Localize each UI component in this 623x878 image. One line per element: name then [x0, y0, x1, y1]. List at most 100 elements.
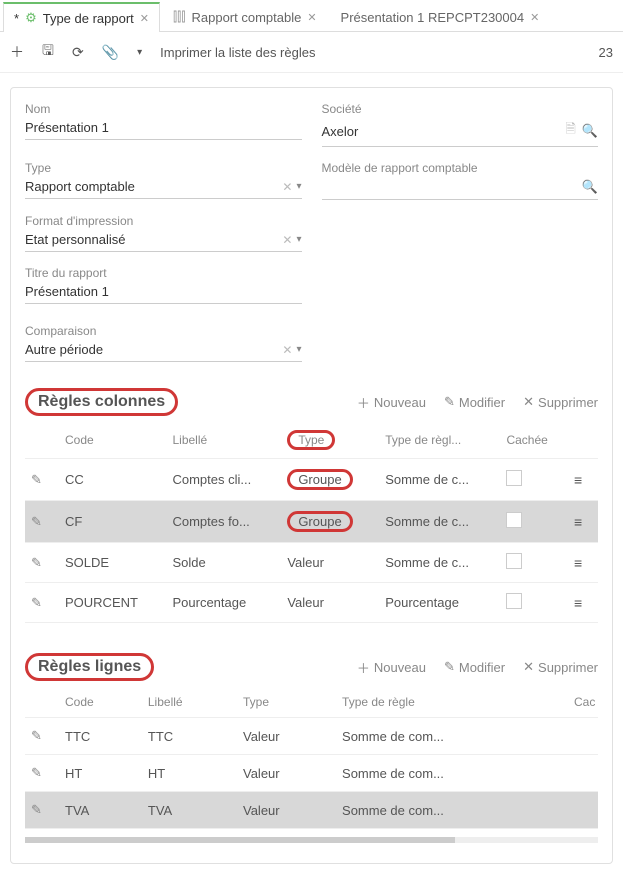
societe-input[interactable]: Axelor 🗎 🔍: [322, 118, 599, 147]
tab-label: Présentation 1 REPCPT230004: [341, 10, 525, 25]
cell-libelle: TTC: [142, 718, 237, 755]
field-value: Présentation 1: [25, 120, 302, 135]
th-cachee[interactable]: Cac: [568, 687, 598, 718]
tab-rapport-comptable[interactable]: ⫿⫿⫿ Rapport comptable ✕: [162, 2, 328, 31]
clear-icon[interactable]: ✕: [282, 180, 292, 194]
cell-type: Valeur: [237, 792, 336, 829]
table-row[interactable]: ✎POURCENTPourcentageValeurPourcentage≡: [25, 583, 598, 623]
supprimer-button[interactable]: ✕ Supprimer: [523, 393, 598, 412]
modified-indicator: *: [14, 11, 19, 26]
nouveau-button[interactable]: ＋ Nouveau: [357, 393, 426, 412]
table-row[interactable]: ✎CCComptes cli...GroupeSomme de c...≡: [25, 459, 598, 501]
table-row[interactable]: ✎HTHTValeurSomme de com...: [25, 755, 598, 792]
table-row[interactable]: ✎SOLDESoldeValeurSomme de c...≡: [25, 543, 598, 583]
th-libelle[interactable]: Libellé: [166, 422, 281, 459]
table-row[interactable]: ✎TVATVAValeurSomme de com...: [25, 792, 598, 829]
field-label: Comparaison: [25, 324, 302, 338]
drag-handle-icon[interactable]: ≡: [574, 595, 582, 611]
edit-icon[interactable]: ✎: [31, 472, 42, 487]
cell-type-regle: Somme de c...: [379, 501, 500, 543]
attach-button[interactable]: 📎: [102, 44, 119, 61]
lignes-table: Code Libellé Type Type de règle Cac ✎ TTC…: [25, 687, 598, 829]
th-type[interactable]: Type: [281, 422, 379, 459]
th-code[interactable]: Code: [59, 687, 142, 718]
cell-libelle: Solde: [166, 543, 281, 583]
edit-icon[interactable]: ✎: [31, 765, 42, 780]
cell-type-regle: Somme de c...: [379, 543, 500, 583]
cell-code: HT: [59, 755, 142, 792]
cachee-checkbox[interactable]: [506, 512, 522, 528]
format-select[interactable]: Etat personnalisé ✕ ▾: [25, 230, 302, 252]
modifier-button[interactable]: ✎ Modifier: [444, 658, 505, 677]
cachee-checkbox[interactable]: [506, 593, 522, 609]
cell-type-regle: Somme de c...: [379, 459, 500, 501]
type-select[interactable]: Rapport comptable ✕ ▾: [25, 177, 302, 199]
save-button[interactable]: 🖫: [42, 40, 54, 64]
horizontal-scrollbar[interactable]: [25, 837, 598, 843]
cell-libelle: Comptes cli...: [166, 459, 281, 501]
modele-input[interactable]: 🔍: [322, 177, 599, 200]
field-societe: Société Axelor 🗎 🔍: [322, 102, 599, 147]
field-label: Nom: [25, 102, 302, 116]
field-format: Format d'impression Etat personnalisé ✕ …: [25, 214, 302, 252]
th-cachee[interactable]: Cachée: [500, 422, 568, 459]
close-icon[interactable]: ✕: [307, 11, 316, 24]
supprimer-button[interactable]: ✕ Supprimer: [523, 658, 598, 677]
table-row[interactable]: ✎TTCTTCValeurSomme de com...: [25, 718, 598, 755]
th-type-regle[interactable]: Type de règl...: [379, 422, 500, 459]
tab-label: Type de rapport: [43, 11, 134, 26]
add-button[interactable]: ＋: [10, 42, 24, 62]
th-libelle[interactable]: Libellé: [142, 687, 237, 718]
edit-icon[interactable]: ✎: [31, 728, 42, 743]
drag-handle-icon[interactable]: ≡: [574, 514, 582, 530]
modifier-button[interactable]: ✎ Modifier: [444, 393, 505, 412]
chevron-down-icon[interactable]: ▾: [296, 234, 301, 245]
cell-code: CF: [59, 501, 166, 543]
chart-icon: ⫿⫿⫿: [173, 9, 185, 25]
field-label: Format d'impression: [25, 214, 302, 228]
tab-type-de-rapport[interactable]: * ⚙ Type de rapport ✕: [3, 2, 160, 32]
dropdown-caret-icon[interactable]: ▾: [137, 47, 142, 58]
chevron-down-icon[interactable]: ▾: [296, 181, 301, 192]
close-icon[interactable]: ✕: [140, 12, 149, 25]
cell-type-regle: Somme de com...: [336, 718, 568, 755]
field-titre: Titre du rapport Présentation 1: [25, 266, 302, 304]
tab-presentation[interactable]: Présentation 1 REPCPT230004 ✕: [330, 2, 551, 31]
chevron-down-icon[interactable]: ▾: [296, 344, 301, 355]
document-icon[interactable]: 🗎: [565, 120, 575, 142]
section-colonnes-header: Règles colonnes ＋ Nouveau ✎ Modifier ✕ S…: [25, 388, 598, 416]
drag-handle-icon[interactable]: ≡: [574, 555, 582, 571]
edit-icon[interactable]: ✎: [31, 595, 42, 610]
cell-type-regle: Somme de com...: [336, 792, 568, 829]
nouveau-button[interactable]: ＋ Nouveau: [357, 658, 426, 677]
field-type: Type Rapport comptable ✕ ▾: [25, 161, 302, 200]
th-code[interactable]: Code: [59, 422, 166, 459]
field-label: Modèle de rapport comptable: [322, 161, 599, 175]
cell-type-regle: Pourcentage: [379, 583, 500, 623]
cell-code: SOLDE: [59, 543, 166, 583]
th-type-regle[interactable]: Type de règle: [336, 687, 568, 718]
edit-icon[interactable]: ✎: [31, 514, 42, 529]
table-row[interactable]: ✎CFComptes fo...GroupeSomme de c...≡: [25, 501, 598, 543]
edit-icon[interactable]: ✎: [31, 802, 42, 817]
field-value: Présentation 1: [25, 284, 302, 299]
th-type[interactable]: Type: [237, 687, 336, 718]
form-panel: Nom Présentation 1 Société Axelor 🗎 🔍 Ty…: [10, 87, 613, 864]
cachee-checkbox[interactable]: [506, 553, 522, 569]
titre-input[interactable]: Présentation 1: [25, 282, 302, 304]
print-rules-label[interactable]: Imprimer la liste des règles: [160, 45, 315, 60]
refresh-button[interactable]: ⟳: [72, 44, 84, 61]
cell-type: Valeur: [237, 755, 336, 792]
comparaison-select[interactable]: Autre période ✕ ▾: [25, 340, 302, 362]
section-title: Règles lignes: [25, 653, 154, 681]
edit-icon[interactable]: ✎: [31, 555, 42, 570]
clear-icon[interactable]: ✕: [282, 343, 292, 357]
search-icon[interactable]: 🔍: [582, 123, 598, 139]
drag-handle-icon[interactable]: ≡: [574, 472, 582, 488]
field-label: Société: [322, 102, 599, 116]
search-icon[interactable]: 🔍: [582, 179, 598, 195]
clear-icon[interactable]: ✕: [282, 233, 292, 247]
cachee-checkbox[interactable]: [506, 470, 522, 486]
close-icon[interactable]: ✕: [530, 11, 539, 24]
nom-input[interactable]: Présentation 1: [25, 118, 302, 140]
